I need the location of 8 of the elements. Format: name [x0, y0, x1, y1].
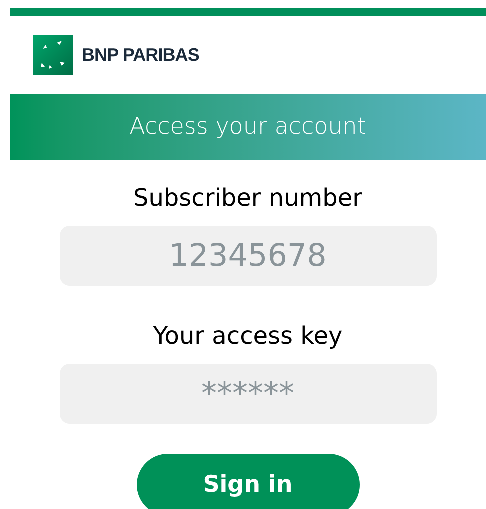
logo-icon: [33, 35, 73, 75]
field-label: Subscriber number: [133, 183, 363, 214]
brand-name: BNP PARIBAS: [82, 44, 200, 66]
header-title: Access your account: [130, 112, 366, 142]
input-field[interactable]: 12345678: [60, 226, 436, 286]
field-label: Your access key: [153, 321, 343, 352]
sign-in-button[interactable]: Sign in: [136, 454, 360, 509]
input-field[interactable]: ******: [60, 364, 436, 424]
